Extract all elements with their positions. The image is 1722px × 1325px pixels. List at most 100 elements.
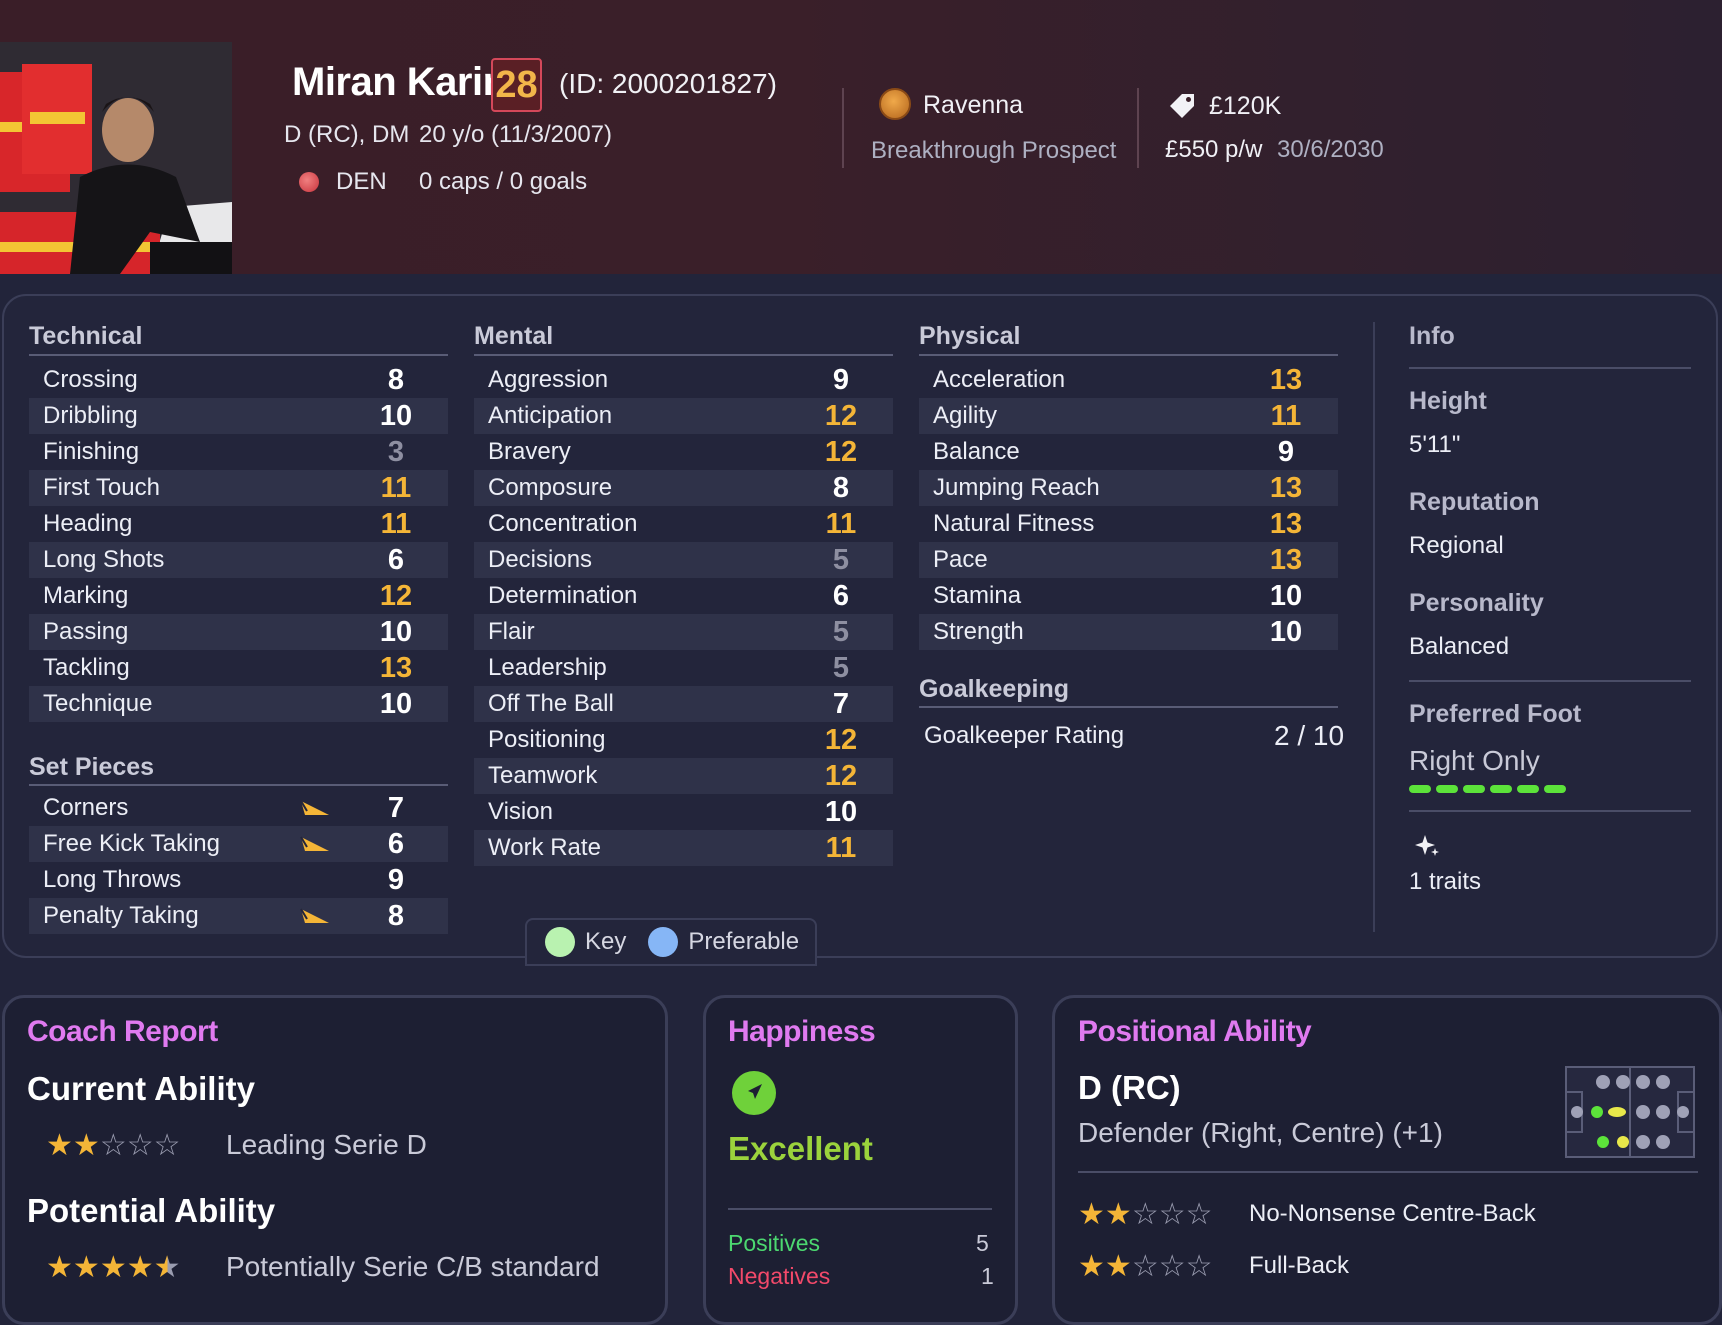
star-icon: ☆ [126, 1129, 154, 1162]
attribute-label: Off The Ball [488, 690, 614, 717]
potential-ability-label: Potential Ability [27, 1192, 276, 1229]
attribute-row[interactable]: Heading 11 [29, 506, 448, 542]
attribute-value: 11 [1270, 399, 1302, 432]
attribute-label: Dribbling [43, 402, 138, 429]
attribute-row[interactable]: Marking 12 [29, 578, 448, 614]
attribute-value: 10 [1269, 579, 1303, 612]
star-icon: ★ [1104, 1249, 1132, 1283]
attribute-row[interactable]: First Touch 11 [29, 470, 448, 506]
attribute-value: 6 [387, 827, 405, 860]
star-icon: ★ [72, 1129, 100, 1162]
goalkeeper-rating-value: 2 / 10 [1274, 720, 1345, 751]
attribute-row[interactable]: Tackling 13 [29, 650, 448, 686]
section-divider [1409, 680, 1691, 682]
attribute-label: Stamina [933, 582, 1022, 609]
transfer-value: £120K [1209, 92, 1282, 120]
set-piece-taker-icon [299, 798, 331, 826]
attribute-row[interactable]: Long Shots 6 [29, 542, 448, 578]
attribute-row[interactable]: Aggression 9 [474, 362, 893, 398]
attribute-row[interactable]: Agility 11 [919, 398, 1338, 434]
attribute-row[interactable]: Jumping Reach 13 [919, 470, 1338, 506]
attribute-row[interactable]: Determination 6 [474, 578, 893, 614]
foot-meter-segment [1409, 785, 1431, 793]
attribute-row[interactable]: Bravery 12 [474, 434, 893, 470]
attribute-row[interactable]: Dribbling 10 [29, 398, 448, 434]
reputation-value: Regional [1409, 532, 1504, 559]
attribute-row[interactable]: Off The Ball 7 [474, 686, 893, 722]
attribute-label: Heading [43, 510, 133, 537]
attribute-label: Composure [488, 474, 613, 501]
attribute-value: 10 [379, 399, 413, 432]
attribute-value: 9 [1277, 435, 1295, 468]
attribute-row[interactable]: Positioning 12 [474, 722, 893, 758]
attribute-value: 8 [387, 363, 405, 396]
traits-count[interactable]: 1 traits [1409, 868, 1481, 896]
attribute-row[interactable]: Vision 10 [474, 794, 893, 830]
attribute-label: Work Rate [488, 834, 601, 861]
attribute-row[interactable]: Finishing 3 [29, 434, 448, 470]
attribute-row[interactable]: Crossing 8 [29, 362, 448, 398]
attribute-label: Technique [43, 690, 153, 717]
attribute-value: 12 [824, 435, 858, 468]
attribute-row[interactable]: Corners 7 [29, 790, 448, 826]
attribute-row[interactable]: Long Throws 9 [29, 862, 448, 898]
pitch-position-map[interactable] [1565, 1066, 1695, 1163]
attribute-row[interactable]: Stamina 10 [919, 578, 1338, 614]
club-name[interactable]: Ravenna [923, 91, 1023, 120]
attribute-label: Natural Fitness [933, 510, 1095, 537]
attribute-row[interactable]: Work Rate 11 [474, 830, 893, 866]
attribute-label: Tackling [43, 654, 130, 681]
role-name: Full-Back [1249, 1252, 1350, 1279]
personality-value: Balanced [1409, 633, 1510, 660]
attribute-value: 11 [825, 507, 857, 540]
attribute-label: Flair [488, 618, 535, 645]
set-piece-attributes: Corners 7 Free Kick Taking 6 Long Throws 9 Pen… [29, 790, 448, 934]
star-icon: ☆ [153, 1129, 181, 1162]
foot-meter-segment [1517, 785, 1539, 793]
attribute-row[interactable]: Concentration 11 [474, 506, 893, 542]
physical-heading: Physical [919, 322, 1021, 350]
attribute-row[interactable]: Passing 10 [29, 614, 448, 650]
attribute-row[interactable]: Balance 9 [919, 434, 1338, 470]
attribute-value: 13 [379, 651, 413, 684]
attribute-row[interactable]: Penalty Taking 8 [29, 898, 448, 934]
player-nationality[interactable]: DEN [336, 168, 387, 196]
attribute-label: Penalty Taking [43, 902, 199, 929]
wage: £550 p/w [1165, 136, 1263, 163]
attribute-row[interactable]: Natural Fitness 13 [919, 506, 1338, 542]
legend-preferable-label: Preferable [688, 928, 800, 955]
role-row[interactable]: ★★☆☆☆ No-Nonsense Centre-Back [1078, 1188, 1698, 1240]
attribute-label: Anticipation [488, 402, 613, 429]
attribute-row[interactable]: Free Kick Taking 6 [29, 826, 448, 862]
role-row[interactable]: ★★☆☆☆ Full-Back [1078, 1240, 1698, 1292]
attribute-value: 8 [832, 471, 850, 504]
attribute-label: Decisions [488, 546, 593, 573]
preferable-dot-icon [648, 927, 679, 957]
attribute-row[interactable]: Teamwork 12 [474, 758, 893, 794]
attribute-value: 5 [832, 543, 850, 576]
attribute-label: Concentration [488, 510, 638, 537]
attribute-row[interactable]: Flair 5 [474, 614, 893, 650]
attribute-row[interactable]: Composure 8 [474, 470, 893, 506]
section-divider [29, 354, 448, 356]
attribute-value: 6 [832, 579, 850, 612]
attribute-value: 11 [380, 471, 412, 504]
attribute-row[interactable]: Anticipation 12 [474, 398, 893, 434]
attribute-row[interactable]: Pace 13 [919, 542, 1338, 578]
attribute-row[interactable]: Acceleration 13 [919, 362, 1338, 398]
positives-label[interactable]: Positives [728, 1230, 820, 1257]
negatives-label[interactable]: Negatives [728, 1263, 830, 1290]
attribute-row[interactable]: Decisions 5 [474, 542, 893, 578]
section-divider [728, 1208, 992, 1210]
attribute-label: Long Shots [43, 546, 165, 573]
attribute-row[interactable]: Technique 10 [29, 686, 448, 722]
attribute-value: 13 [1269, 471, 1303, 504]
section-divider [474, 354, 893, 356]
attribute-row[interactable]: Strength 10 [919, 614, 1338, 650]
star-icon: ☆ [1158, 1249, 1186, 1283]
star-icon: ☆ [1185, 1249, 1213, 1283]
preferred-foot-meter [1409, 785, 1566, 793]
attribute-row[interactable]: Leadership 5 [474, 650, 893, 686]
player-name: Miran Karim [292, 60, 518, 104]
attribute-label: Balance [933, 438, 1020, 465]
